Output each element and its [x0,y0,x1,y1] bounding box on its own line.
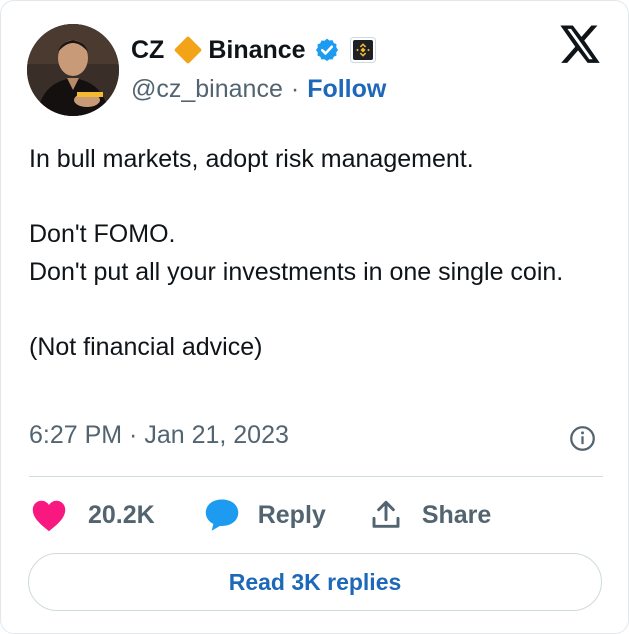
tweet-embed-card: CZ Binance @cz_binance · Follow In bull … [0,0,629,634]
author-handle[interactable]: @cz_binance [131,75,283,104]
follow-button[interactable]: Follow [307,75,386,104]
avatar[interactable] [27,24,119,116]
share-button[interactable]: Share [370,499,491,531]
tweet-line: Don't put all your investments in one si… [29,257,564,286]
like-button[interactable]: 20.2K [29,498,155,532]
speech-bubble-icon [205,499,238,531]
divider [29,476,603,477]
action-bar: 20.2K Reply Share [29,495,491,535]
reply-label: Reply [257,500,326,529]
info-icon[interactable] [569,425,596,452]
tweet-line: Don't FOMO. [29,220,176,248]
avatar-photo [27,24,119,116]
reply-button[interactable]: Reply [203,498,326,532]
read-replies-button[interactable]: Read 3K replies [28,553,602,611]
binance-logo-icon[interactable] [349,37,376,63]
author-name-row[interactable]: CZ Binance [131,33,376,67]
diamond-icon [174,35,203,65]
author-handle-row: @cz_binance · Follow [131,73,386,105]
share-upload-icon [372,500,400,528]
heart-icon [32,500,66,532]
author-name[interactable]: CZ [131,36,164,65]
x-logo-icon[interactable] [558,25,602,67]
tweet-paragraph: Don't FOMO. Don't put all your investment… [29,216,599,291]
tweet-paragraph: (Not financial advice) [29,332,263,361]
author-affiliation-name[interactable]: Binance [208,36,305,65]
verified-badge-icon [315,38,338,62]
tweet-timestamp[interactable]: 6:27 PM · Jan 21, 2023 [29,421,289,450]
like-count: 20.2K [88,500,155,529]
separator-dot: · [290,74,300,103]
tweet-paragraph: In bull markets, adopt risk management. [29,145,474,173]
share-label: Share [421,500,492,529]
tweet-text: In bull markets, adopt risk management. … [29,141,599,366]
